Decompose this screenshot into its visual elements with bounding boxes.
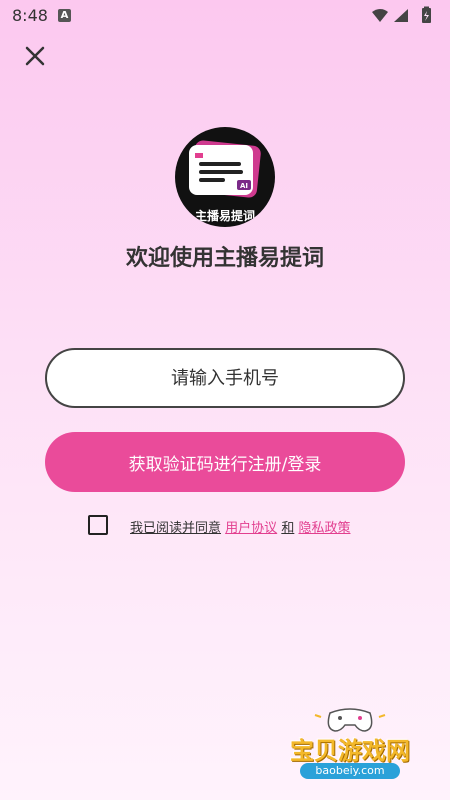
agreement-text: 我已阅读并同意 用户协议 和 隐私政策 — [130, 517, 350, 536]
app-logo: AI 主播易提词 — [175, 127, 275, 227]
get-code-button[interactable]: 获取验证码进行注册/登录 — [45, 432, 405, 492]
wifi-icon — [372, 9, 388, 22]
signal-icon — [394, 9, 408, 22]
logo-text: 主播易提词 — [194, 209, 255, 223]
page-title: 欢迎使用主播易提词 — [125, 246, 324, 271]
close-button[interactable] — [20, 41, 50, 71]
status-time: 8:48 — [12, 6, 48, 25]
agreement-prefix: 我已阅读并同意 — [130, 521, 222, 536]
agreement-and: 和 — [281, 521, 295, 536]
watermark-title: 宝贝游戏网 — [290, 737, 410, 765]
agreement-checkbox[interactable] — [88, 515, 108, 535]
close-icon — [25, 46, 45, 66]
phone-input[interactable] — [45, 348, 405, 408]
logo-badge: AI — [240, 182, 248, 190]
battery-icon — [422, 6, 431, 23]
status-icons — [372, 6, 431, 23]
notification-icon: A — [58, 9, 71, 22]
watermark: 宝贝游戏网 baobeiy.com — [275, 705, 425, 785]
agreement-row: 我已阅读并同意 用户协议 和 隐私政策 — [88, 514, 408, 540]
privacy-policy-link[interactable]: 隐私政策 — [298, 521, 350, 536]
user-agreement-link[interactable]: 用户协议 — [225, 521, 277, 536]
watermark-url: baobeiy.com — [300, 763, 400, 779]
status-bar: 8:48 A — [0, 0, 450, 32]
